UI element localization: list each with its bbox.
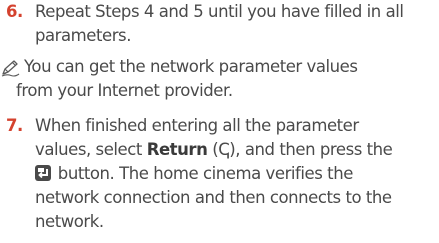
note-line-2: from your Internet provider. bbox=[16, 81, 233, 100]
step-6-number: 6. bbox=[6, 2, 23, 21]
step-6-line-2: parameters. bbox=[35, 26, 131, 45]
note-line-1: You can get the network parameter values bbox=[24, 57, 358, 76]
step-7-line-2: values, select Return (ↅ), and then pres… bbox=[35, 138, 433, 162]
step-7-line-2-pre: values, select bbox=[35, 140, 147, 159]
step-7-text: When finished entering all the parameter… bbox=[35, 114, 433, 234]
step-7-line-4: network connection and then connects to … bbox=[35, 188, 392, 207]
return-label: Return bbox=[146, 140, 208, 159]
step-6-line-1: Repeat Steps 4 and 5 until you have fill… bbox=[35, 2, 404, 21]
return-open: ( bbox=[207, 140, 219, 159]
step-6: 6. Repeat Steps 4 and 5 until you have f… bbox=[0, 0, 439, 52]
step-6-text: Repeat Steps 4 and 5 until you have fill… bbox=[35, 0, 433, 48]
enter-button-icon bbox=[35, 165, 51, 181]
step-7-line-1: When finished entering all the parameter bbox=[35, 116, 359, 135]
step-7-line-2-post: ), and then press the bbox=[229, 140, 393, 159]
pencil-note-icon bbox=[1, 59, 21, 77]
step-7-line-5: network. bbox=[35, 212, 104, 231]
note-text: You can get the network parameter values… bbox=[16, 55, 433, 103]
step-7: 7. When finished entering all the parame… bbox=[0, 114, 439, 243]
manual-page: 6. Repeat Steps 4 and 5 until you have f… bbox=[0, 0, 439, 243]
step-7-number: 7. bbox=[6, 116, 23, 135]
note: You can get the network parameter values… bbox=[0, 55, 439, 107]
step-7-line-3-text: button. The home cinema verifies the bbox=[53, 164, 354, 183]
step-7-line-3: button. The home cinema verifies the bbox=[35, 162, 433, 186]
return-icon: ↅ bbox=[218, 140, 230, 159]
